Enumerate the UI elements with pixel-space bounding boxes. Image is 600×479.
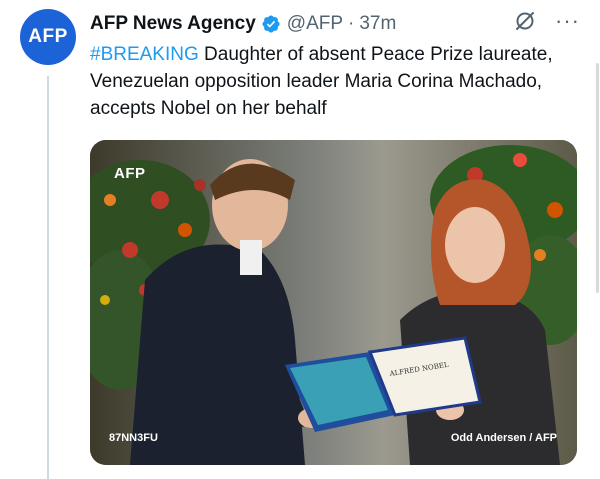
separator-dot: · — [348, 13, 355, 34]
more-icon[interactable]: ··· — [555, 10, 580, 32]
hashtag-link[interactable]: #BREAKING — [90, 44, 199, 65]
author-name[interactable]: AFP News Agency — [90, 13, 256, 35]
header-actions: ··· — [513, 9, 580, 33]
tweet-photo[interactable]: ALFRED NOBEL AFP 87NN3FU Odd Andersen / … — [90, 140, 577, 465]
avatar-text: AFP — [28, 26, 68, 47]
afp-watermark: AFP — [114, 165, 146, 182]
scrollbar[interactable] — [596, 63, 599, 293]
thread-line — [47, 76, 49, 479]
photo-id-label: 87NN3FU — [109, 432, 158, 444]
photo-credit: Odd Andersen / AFP — [450, 432, 557, 444]
avatar[interactable]: AFP — [20, 9, 76, 65]
photo-illustration: ALFRED NOBEL — [90, 140, 577, 465]
author-handle[interactable]: @AFP — [287, 13, 343, 35]
tweet-text: #BREAKING Daughter of absent Peace Prize… — [90, 41, 590, 122]
verified-badge-icon — [261, 14, 281, 34]
timestamp[interactable]: 37m — [359, 13, 396, 35]
grok-icon[interactable] — [513, 9, 537, 33]
